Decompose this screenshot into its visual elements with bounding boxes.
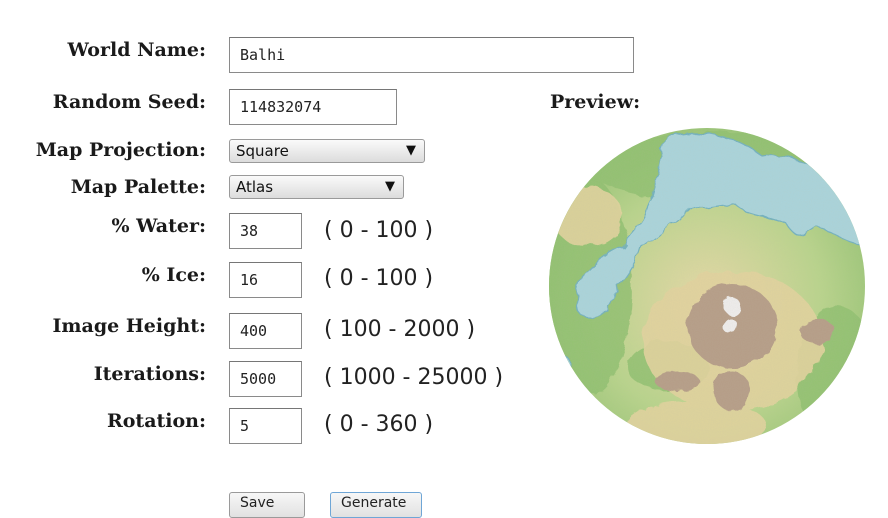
water-label: % Water: bbox=[111, 215, 206, 237]
map-palette-select[interactable]: Atlas ▼ bbox=[229, 175, 404, 199]
iterations-range-text: ( 1000 - 25000 ) bbox=[324, 365, 504, 390]
map-projection-select[interactable]: Square ▼ bbox=[229, 139, 425, 163]
save-button[interactable]: Save bbox=[229, 492, 305, 518]
iterations-input[interactable] bbox=[229, 361, 302, 397]
iterations-label: Iterations: bbox=[93, 363, 206, 385]
map-palette-label: Map Palette: bbox=[70, 176, 206, 198]
water-range-text: ( 0 - 100 ) bbox=[324, 218, 434, 243]
image-height-label: Image Height: bbox=[52, 315, 206, 337]
image-height-input[interactable] bbox=[229, 313, 302, 349]
generate-button[interactable]: Generate bbox=[330, 492, 422, 518]
random-seed-input[interactable] bbox=[229, 89, 397, 125]
rotation-range-text: ( 0 - 360 ) bbox=[324, 412, 434, 437]
world-preview-globe bbox=[549, 128, 865, 444]
water-input[interactable] bbox=[229, 213, 302, 249]
map-projection-value: Square bbox=[236, 142, 289, 160]
rotation-label: Rotation: bbox=[106, 410, 206, 432]
rotation-input[interactable] bbox=[229, 408, 302, 444]
ice-input[interactable] bbox=[229, 262, 302, 298]
image-height-range-text: ( 100 - 2000 ) bbox=[324, 317, 476, 342]
triangle-down-icon: ▼ bbox=[406, 143, 416, 158]
ice-range-text: ( 0 - 100 ) bbox=[324, 266, 434, 291]
random-seed-label: Random Seed: bbox=[52, 91, 206, 113]
map-projection-label: Map Projection: bbox=[35, 139, 206, 161]
world-name-label: World Name: bbox=[67, 39, 206, 61]
preview-label: Preview: bbox=[550, 91, 641, 113]
ice-label: % Ice: bbox=[141, 264, 206, 286]
world-name-input[interactable] bbox=[229, 37, 634, 73]
triangle-down-icon: ▼ bbox=[385, 179, 395, 194]
map-palette-value: Atlas bbox=[236, 178, 274, 196]
